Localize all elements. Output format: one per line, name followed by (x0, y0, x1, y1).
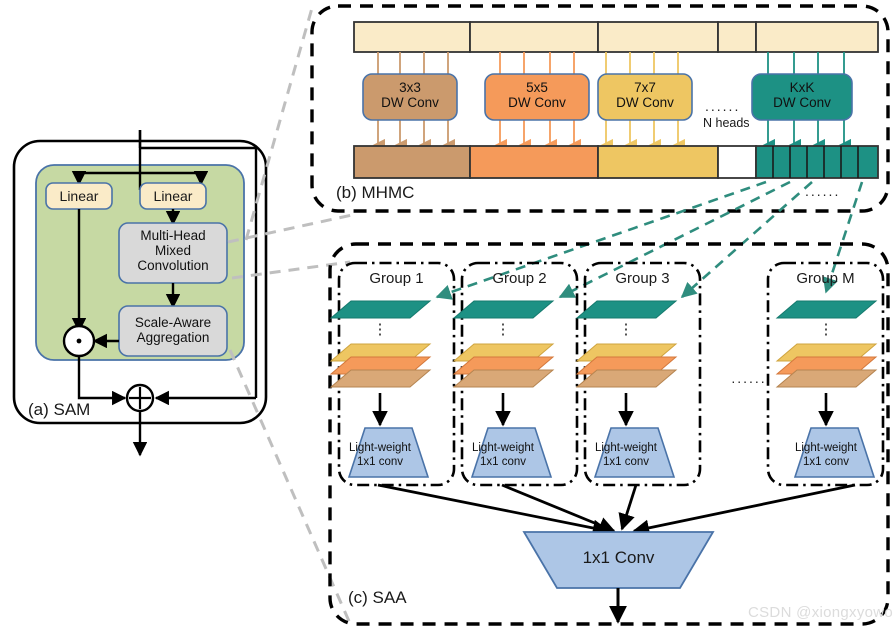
group-3-conv-line-1: Light-weight (594, 442, 657, 454)
group-3-conv-label: Light-weight 1x1 conv (585, 441, 667, 469)
group-m-layer-teal (775, 300, 878, 319)
group-2-layer-teal (452, 300, 555, 319)
saa-groups-ellipsis: ...... (731, 370, 767, 386)
mhmc-head-n-out-arrows (762, 119, 852, 152)
mhmc-head-2-kernel: 5x5 (526, 80, 548, 95)
arrow-group-m-to-final (632, 483, 856, 537)
arrow-group-3-to-final (618, 484, 638, 531)
mhmc-below-ellipsis: ...... (805, 183, 841, 199)
group-1-conv-line-2: 1x1 conv (356, 456, 404, 468)
group-m-conv-line-2: 1x1 conv (802, 456, 850, 468)
panel-b-caption: (b) MHMC (336, 183, 415, 202)
sam-linear-right-label: Linear (153, 188, 193, 204)
mhmc-output-seg-2 (469, 145, 599, 179)
mhmc-input-seg-3 (597, 21, 719, 53)
mhmc-head-3-lines (605, 52, 679, 75)
mhmc-input-seg-4 (717, 21, 757, 53)
panel-c-caption: (c) SAA (348, 588, 407, 607)
sam-mhmc-label: Multi-Head Mixed Convolution (119, 228, 227, 273)
figure-root: Linear Linear Multi-Head Mixed Convoluti… (0, 0, 894, 632)
group-m-conv-label: Light-weight 1x1 conv (785, 441, 867, 469)
group-2-conv-line-1: Light-weight (471, 442, 534, 454)
mhmc-head-2-lines (499, 52, 575, 75)
mhmc-heads-ellipsis: ...... (705, 98, 741, 114)
mhmc-output-seg-3 (597, 145, 719, 179)
group-3-conv-line-2: 1x1 conv (602, 456, 650, 468)
sam-linear-left-label: Linear (59, 188, 99, 204)
sam-mhmc-line-2: Mixed (154, 243, 191, 258)
mhmc-head-3-kernel: 7x7 (634, 80, 656, 95)
group-3-vertical-dots: ⋮ (618, 321, 634, 338)
mhmc-head-3-out-arrows (600, 119, 686, 152)
mhmc-head-2-type: DW Conv (508, 95, 566, 110)
mhmc-head-1-kernel: 3x3 (399, 80, 421, 95)
mhmc-input-bar (353, 21, 879, 53)
group-2-conv-label: Light-weight 1x1 conv (462, 441, 544, 469)
arrow-group-1-to-final (377, 483, 610, 537)
saa-final-conv-label: 1x1 Conv (582, 548, 655, 567)
group-m-vertical-dots: ⋮ (818, 321, 834, 338)
mhmc-output-seg-5 (755, 145, 879, 179)
mhmc-head-n-label: KxK DW Conv (752, 80, 852, 110)
group-2-vertical-dots: ⋮ (495, 321, 511, 338)
mhmc-head-3-label: 7x7 DW Conv (598, 80, 692, 110)
group-1-conv-line-1: Light-weight (348, 442, 411, 454)
group-1-layer-teal (329, 300, 432, 319)
arrow-group-2-to-final (501, 483, 616, 534)
sam-saa-label: Scale-Aware Aggregation (119, 315, 227, 345)
mhmc-head-2-label: 5x5 DW Conv (485, 80, 589, 110)
mhmc-input-seg-1 (353, 21, 471, 53)
mhmc-head-1-label: 3x3 DW Conv (363, 80, 457, 110)
mhmc-input-seg-5 (755, 21, 879, 53)
mhmc-head-1-lines (377, 52, 449, 75)
group-1-vertical-dots: ⋮ (372, 321, 388, 338)
sam-saa-line-2: Aggregation (136, 330, 210, 345)
mhmc-head-1-type: DW Conv (381, 95, 439, 110)
mhmc-heads-count-label: N heads (703, 116, 750, 130)
mhmc-output-seg-1 (353, 145, 471, 179)
mhmc-head-2-out-arrows (494, 119, 582, 152)
mhmc-input-seg-2 (469, 21, 599, 53)
group-3-title: Group 3 (615, 270, 670, 287)
group-2-conv-line-2: 1x1 conv (479, 456, 527, 468)
callout-a-to-c-lower (228, 349, 354, 629)
sam-saa-line-1: Scale-Aware (134, 315, 212, 330)
group-m-conv-line-1: Light-weight (794, 442, 857, 454)
mhmc-head-1-out-arrows (372, 119, 456, 152)
group-1-conv-label: Light-weight 1x1 conv (339, 441, 421, 469)
sam-mhmc-line-1: Multi-Head (140, 228, 206, 243)
mhmc-head-n-lines (767, 52, 845, 75)
mhmc-head-3-type: DW Conv (616, 95, 674, 110)
sam-multiply-dot (76, 338, 82, 344)
group-1-title: Group 1 (369, 270, 424, 287)
group-2-title: Group 2 (492, 270, 547, 287)
sam-mhmc-line-3: Convolution (137, 258, 209, 273)
group-m-title: Group M (796, 270, 855, 287)
saa-converging-arrows (377, 483, 856, 537)
mhmc-head-n-type: DW Conv (773, 95, 831, 110)
mhmc-output-seg-4 (717, 145, 757, 179)
watermark: CSDN @xiongxyowo (748, 604, 894, 621)
mhmc-head-n-kernel: KxK (789, 80, 815, 95)
mhmc-output-bar (353, 145, 879, 179)
panel-a-caption: (a) SAM (28, 400, 91, 419)
group-3-layer-teal (575, 300, 678, 319)
